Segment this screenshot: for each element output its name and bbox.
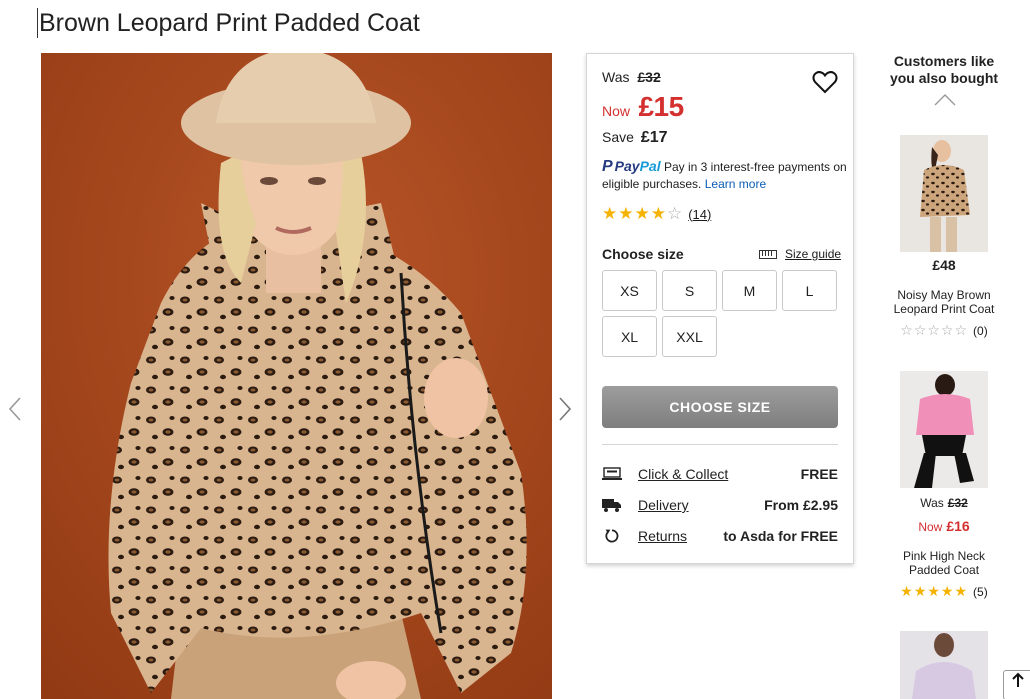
- delivery-row: Delivery From £2.95: [602, 495, 838, 515]
- scroll-to-top-button[interactable]: [1003, 670, 1030, 699]
- recommendation-image[interactable]: [900, 371, 988, 488]
- recommendation-image[interactable]: [900, 135, 988, 252]
- recommendation-review-count: (5): [973, 584, 988, 599]
- now-label: Now: [602, 103, 631, 119]
- divider: [602, 444, 838, 445]
- ruler-icon: [759, 249, 777, 259]
- recommendation-review-count: (0): [973, 323, 988, 338]
- click-collect-row: Click & Collect FREE: [602, 464, 838, 484]
- now-price-line: Now £15: [602, 91, 684, 123]
- buy-box: Was £32 Now £15 Save £17 P PayPal Pay in …: [586, 53, 854, 564]
- size-option-xl[interactable]: XL: [602, 316, 657, 357]
- recommendation-was-line: Was £32: [884, 496, 1004, 510]
- click-collect-link[interactable]: Click & Collect: [638, 466, 728, 482]
- size-guide-link[interactable]: Size guide: [759, 247, 841, 261]
- review-count-link[interactable]: (14): [688, 207, 711, 222]
- paypal-logo: PayPal: [614, 158, 661, 174]
- paypal-icon: P: [602, 158, 613, 175]
- returns-icon: [605, 529, 619, 543]
- recommendation-rating: ☆☆☆☆☆ (0): [884, 322, 1004, 339]
- was-label: Was: [602, 69, 630, 85]
- paypal-message: P PayPal Pay in 3 interest-free payments …: [602, 158, 847, 193]
- recommendation-name-link[interactable]: Noisy May Brown Leopard Print Coat: [884, 288, 1004, 316]
- click-collect-value: FREE: [800, 466, 838, 482]
- size-option-xs[interactable]: XS: [602, 270, 657, 311]
- size-guide-label: Size guide: [785, 247, 842, 261]
- recommendation-was-label: Was: [920, 496, 944, 510]
- size-option-s[interactable]: S: [662, 270, 717, 311]
- now-price: £15: [638, 91, 684, 122]
- was-price: £32: [637, 69, 661, 85]
- was-price-line: Was £32: [602, 69, 661, 85]
- size-option-m[interactable]: M: [722, 270, 777, 311]
- paypal-learn-more-link[interactable]: Learn more: [705, 177, 766, 191]
- gallery-prev-arrow-icon[interactable]: [6, 396, 24, 422]
- recommendation-now-line: Now £16: [884, 519, 1004, 534]
- size-option-l[interactable]: L: [782, 270, 837, 311]
- click-collect-icon: [602, 467, 622, 480]
- product-main-image[interactable]: [41, 53, 552, 699]
- recommendations-title: Customers like you also bought: [889, 53, 999, 86]
- rating-stars: ★★★★★: [900, 583, 969, 599]
- page-title: Brown Leopard Print Padded Coat: [37, 8, 420, 38]
- choose-size-button[interactable]: CHOOSE SIZE: [602, 386, 838, 428]
- recommendation-rating: ★★★★★ (5): [884, 583, 1004, 600]
- size-option-xxl[interactable]: XXL: [662, 316, 717, 357]
- delivery-value: From £2.95: [764, 497, 838, 513]
- save-amount: £17: [640, 129, 668, 146]
- choose-size-label: Choose size: [602, 246, 684, 262]
- rating-stars: ★★★★☆: [602, 204, 684, 223]
- recommendation-name-link[interactable]: Pink High Neck Padded Coat: [884, 549, 1004, 577]
- save-line: Save £17: [602, 129, 668, 147]
- product-rating: ★★★★☆ (14): [602, 204, 711, 224]
- recommendation-now-price: £16: [946, 518, 970, 534]
- returns-value: to Asda for FREE: [723, 528, 838, 544]
- arrow-up-icon: [1012, 672, 1024, 687]
- recommendation-now-label: Now: [918, 520, 943, 534]
- returns-row: Returns to Asda for FREE: [602, 526, 838, 546]
- rating-stars: ☆☆☆☆☆: [900, 322, 969, 338]
- recommendation-was-price: £32: [947, 496, 968, 510]
- returns-link[interactable]: Returns: [638, 528, 687, 544]
- recommendation-image[interactable]: [900, 631, 988, 699]
- truck-icon: [602, 499, 621, 512]
- delivery-link[interactable]: Delivery: [638, 497, 689, 513]
- recommendations-up-arrow-icon[interactable]: [934, 94, 956, 106]
- recommendation-price: £48: [932, 257, 956, 273]
- save-label: Save: [602, 129, 634, 145]
- wishlist-heart-icon[interactable]: [812, 70, 838, 94]
- gallery-next-arrow-icon[interactable]: [556, 396, 574, 422]
